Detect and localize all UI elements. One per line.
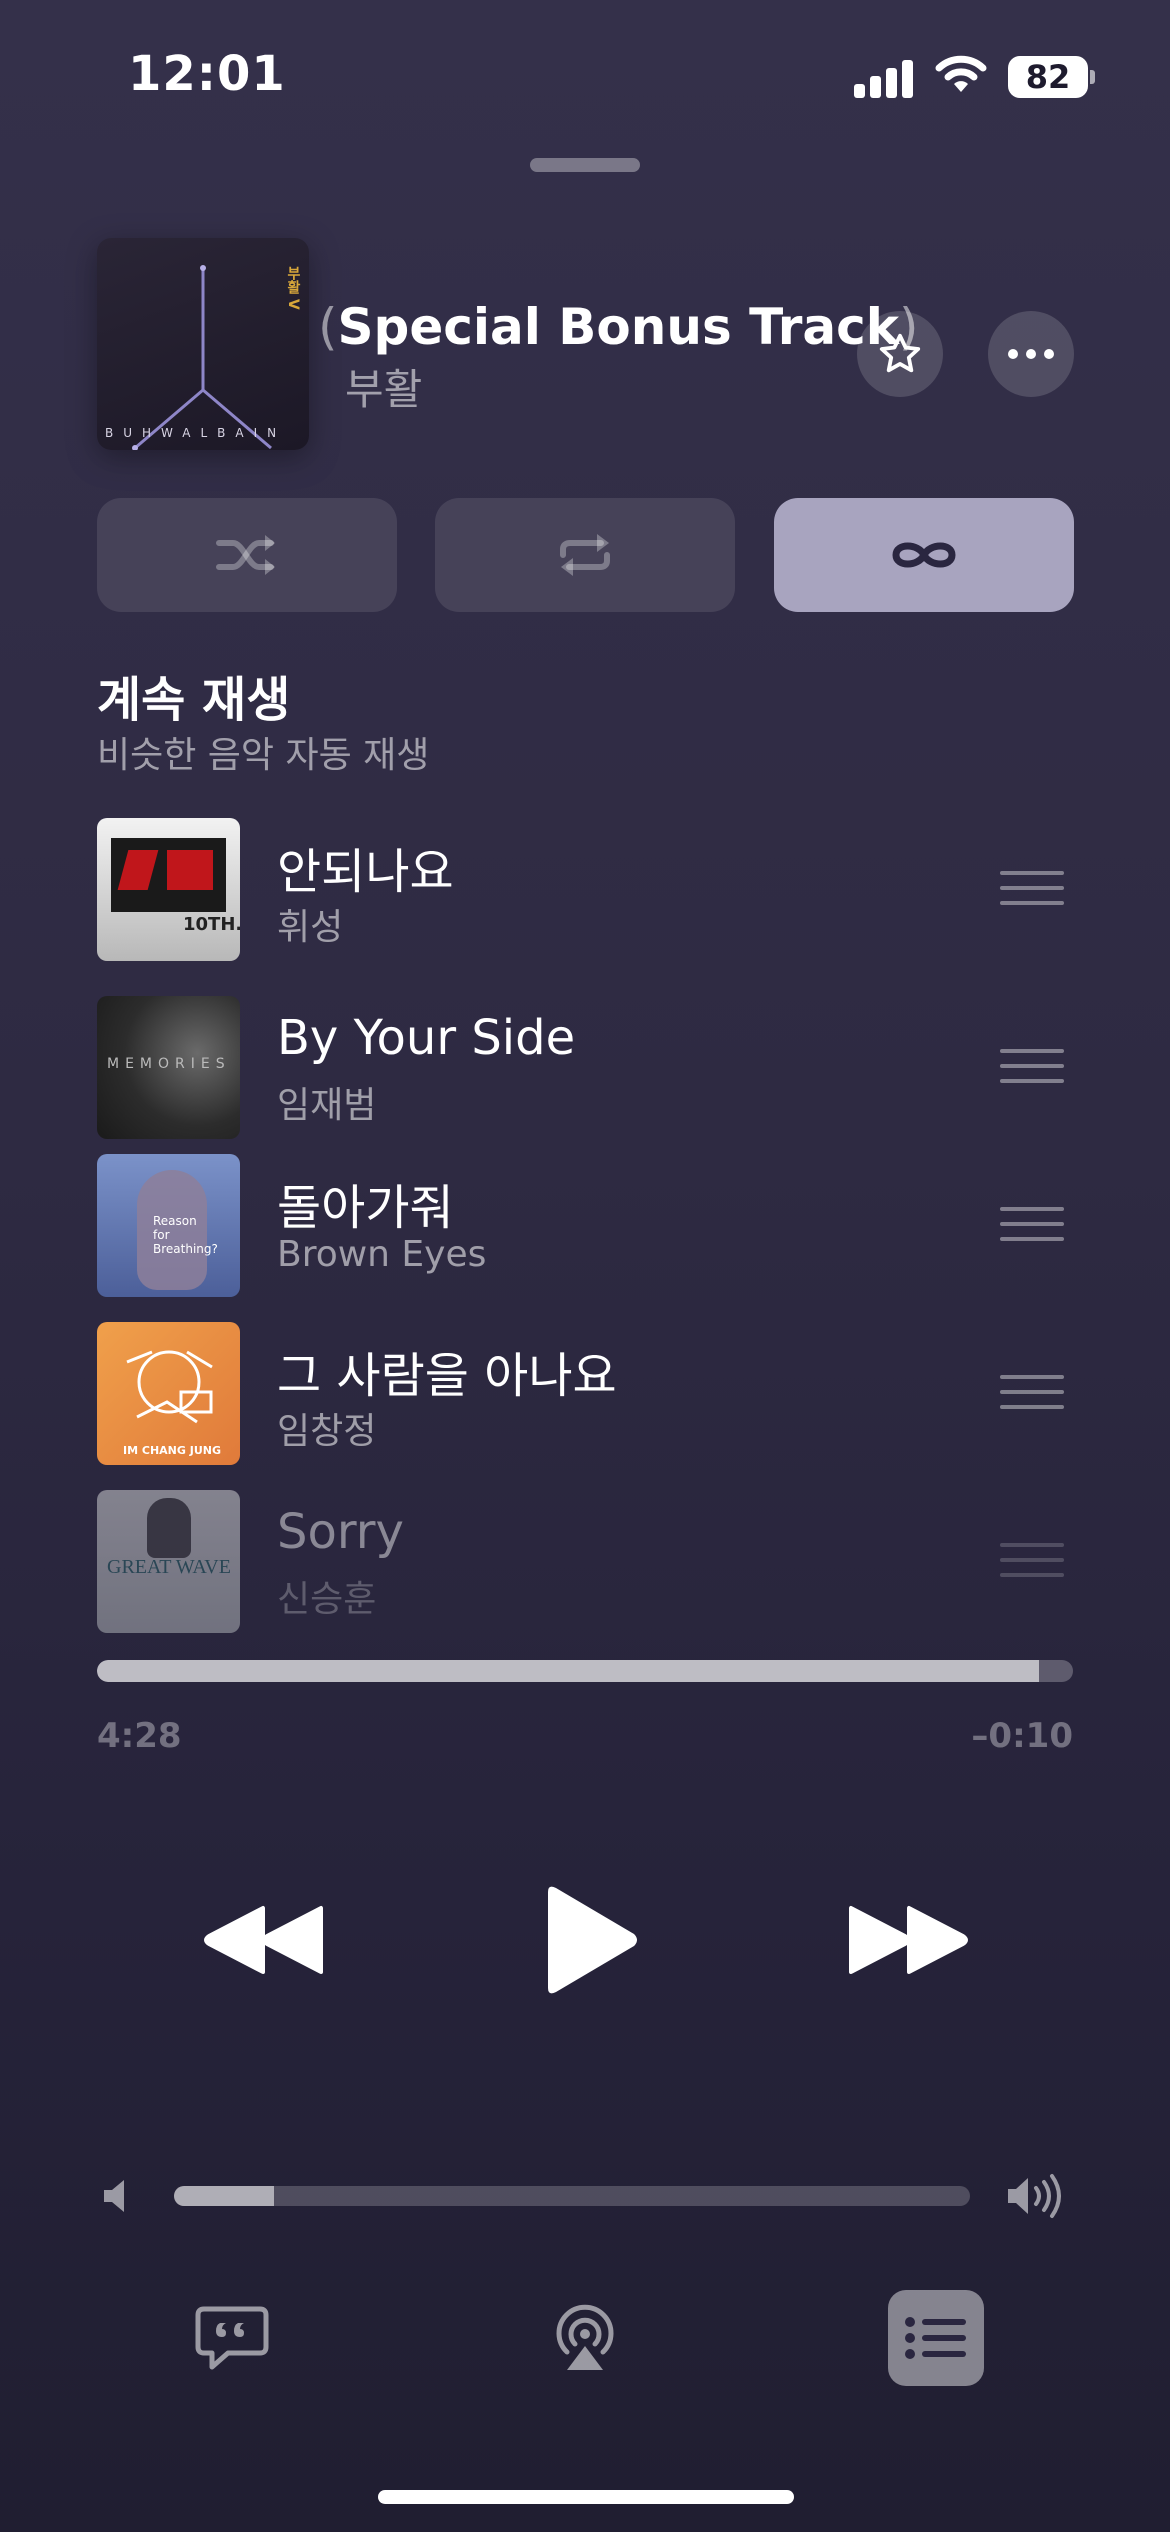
queue-item-art: MEMORIES bbox=[97, 996, 240, 1139]
queue-item-artist: 임창정 bbox=[277, 1411, 377, 1452]
queue-item[interactable]: 10TH. 안되나요 휘성 bbox=[97, 818, 1073, 964]
autoplay-section-subtitle: 비슷한 음악 자동 재생 bbox=[97, 735, 430, 776]
title-open-paren: ( bbox=[318, 298, 338, 356]
queue-item[interactable]: Reason for Breathing? 돌아가줘 Brown Eyes bbox=[97, 1154, 1073, 1300]
queue-item-artist: 신승훈 bbox=[277, 1579, 377, 1620]
airplay-icon bbox=[556, 2304, 614, 2370]
repeat-icon bbox=[560, 534, 610, 576]
queue-item-title: 안되나요 bbox=[277, 844, 454, 900]
art-caption: MEMORIES bbox=[107, 1056, 231, 1072]
airplay-button[interactable] bbox=[537, 2290, 633, 2386]
queue-item-art: Reason for Breathing? bbox=[97, 1154, 240, 1297]
volume-high-icon bbox=[1004, 2172, 1068, 2224]
status-time: 12:01 bbox=[128, 46, 286, 102]
queue-item-art: 10TH. bbox=[97, 818, 240, 961]
ellipsis-icon bbox=[1004, 349, 1058, 359]
next-button[interactable] bbox=[842, 1900, 972, 1980]
album-art-graphic bbox=[132, 265, 272, 450]
queue-item-art: IM CHANG JUNG bbox=[97, 1322, 240, 1465]
autoplay-button[interactable] bbox=[774, 498, 1074, 612]
list-icon bbox=[905, 2317, 966, 2359]
wifi-icon bbox=[935, 54, 987, 98]
queue-item-artist: 휘성 bbox=[277, 907, 344, 948]
volume-low-icon bbox=[100, 2176, 136, 2220]
queue-button[interactable] bbox=[888, 2290, 984, 2386]
battery-indicator: 82 bbox=[1008, 56, 1088, 98]
queue-item-title: 돌아가줘 bbox=[277, 1180, 454, 1236]
remaining-time: –0:10 bbox=[971, 1716, 1073, 1756]
queue-item-artist: 임재범 bbox=[277, 1085, 377, 1126]
rewind-icon bbox=[204, 1906, 323, 1974]
playback-progress-fill bbox=[97, 1660, 1039, 1682]
play-button[interactable] bbox=[535, 1880, 645, 2000]
favorite-button[interactable] bbox=[857, 311, 943, 397]
repeat-button[interactable] bbox=[435, 498, 735, 612]
queue-item-title: 그 사람을 아나요 bbox=[277, 1348, 617, 1404]
queue-item-art: GREAT WAVE bbox=[97, 1490, 240, 1633]
queue-item-artist: Brown Eyes bbox=[277, 1234, 487, 1275]
lyrics-button[interactable] bbox=[184, 2290, 280, 2386]
volume-slider-fill bbox=[174, 2186, 274, 2206]
reorder-handle-icon[interactable] bbox=[1000, 871, 1064, 916]
infinity-icon bbox=[892, 542, 956, 568]
volume-slider[interactable] bbox=[174, 2186, 970, 2206]
album-art-caption: BUHWALBAIN bbox=[105, 426, 287, 440]
art-caption: Reason for Breathing? bbox=[153, 1214, 218, 1256]
queue-item[interactable]: GREAT WAVE Sorry 신승훈 bbox=[97, 1490, 1073, 1636]
art-caption: IM CHANG JUNG bbox=[123, 1444, 221, 1457]
shuffle-button[interactable] bbox=[97, 498, 397, 612]
lyrics-icon bbox=[195, 2306, 269, 2370]
autoplay-section-title: 계속 재생 bbox=[97, 672, 291, 728]
reorder-handle-icon[interactable] bbox=[1000, 1375, 1064, 1420]
elapsed-time: 4:28 bbox=[97, 1716, 182, 1756]
art-caption: 10TH. bbox=[183, 914, 240, 935]
reorder-handle-icon[interactable] bbox=[1000, 1049, 1064, 1094]
queue-item[interactable]: MEMORIES By Your Side 임재범 bbox=[97, 996, 1073, 1142]
album-art-vertical-text: 부활 V bbox=[285, 266, 301, 310]
star-icon bbox=[879, 333, 921, 373]
battery-nub bbox=[1090, 70, 1095, 84]
home-indicator bbox=[378, 2490, 794, 2504]
play-icon bbox=[548, 1886, 637, 1994]
previous-button[interactable] bbox=[200, 1900, 330, 1980]
now-playing-title: (Special Bonus Track) bbox=[318, 298, 919, 356]
shuffle-icon bbox=[216, 535, 275, 575]
queue-item[interactable]: IM CHANG JUNG 그 사람을 아나요 임창정 bbox=[97, 1322, 1073, 1468]
fast-forward-icon bbox=[849, 1906, 968, 1974]
queue-item-title: Sorry bbox=[277, 1504, 404, 1560]
reorder-handle-icon[interactable] bbox=[1000, 1543, 1064, 1588]
cellular-signal-icon bbox=[854, 58, 914, 98]
queue-item-title: By Your Side bbox=[277, 1010, 576, 1066]
more-button[interactable] bbox=[988, 311, 1074, 397]
playback-scrubber[interactable] bbox=[97, 1660, 1073, 1682]
reorder-handle-icon[interactable] bbox=[1000, 1207, 1064, 1252]
sheet-grabber[interactable] bbox=[530, 158, 640, 172]
now-playing-artist[interactable]: 부활 bbox=[345, 356, 422, 417]
now-playing-album-art[interactable]: 부활 V BUHWALBAIN bbox=[97, 238, 309, 450]
title-text: Special Bonus Track bbox=[337, 298, 900, 356]
art-caption: GREAT WAVE bbox=[107, 1556, 231, 1578]
